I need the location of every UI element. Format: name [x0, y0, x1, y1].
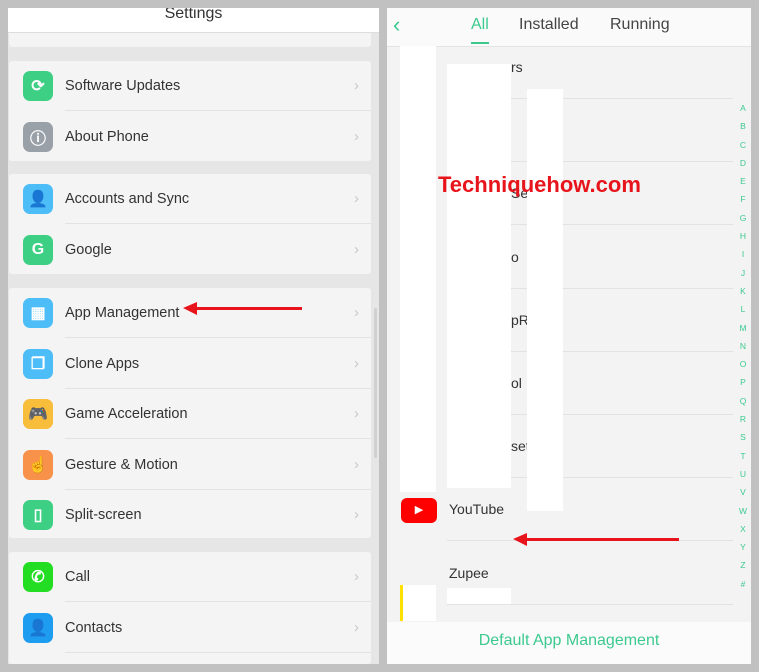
index-letter[interactable]: T: [738, 447, 748, 465]
back-icon[interactable]: ‹: [393, 12, 400, 38]
index-letter[interactable]: R: [738, 410, 748, 428]
chevron-right-icon: ›: [354, 354, 359, 372]
settings-item-software-updates[interactable]: ⟳ Software Updates ›: [9, 61, 371, 111]
index-letter[interactable]: M: [738, 319, 748, 337]
index-letter[interactable]: D: [738, 154, 748, 172]
settings-item-gesture-motion[interactable]: ☝ Gesture & Motion ›: [9, 440, 371, 490]
index-letter[interactable]: A: [738, 99, 748, 117]
redaction-box: [527, 89, 563, 511]
info-icon: ⓘ: [23, 121, 53, 152]
settings-item-contacts[interactable]: 👤 Contacts ›: [9, 603, 371, 653]
index-letter[interactable]: K: [738, 282, 748, 300]
divider: [65, 651, 371, 653]
annotation-arrow: [513, 533, 679, 546]
tab-running[interactable]: Running: [610, 16, 670, 34]
contact-icon: 👤: [23, 612, 53, 643]
redaction-box: [447, 64, 511, 488]
app-name: rs: [511, 59, 523, 75]
clone-icon: ❐: [23, 348, 53, 379]
index-letter[interactable]: L: [738, 300, 748, 318]
settings-group: ⟳ Software Updates › ⓘ About Phone ›: [9, 61, 371, 161]
index-letter[interactable]: Q: [738, 392, 748, 410]
settings-item-label: Call: [65, 569, 90, 585]
chevron-right-icon: ›: [354, 77, 359, 94]
page-title: Settings: [8, 8, 379, 33]
phone-split-icon: ▯: [23, 500, 53, 530]
index-letter[interactable]: F: [738, 190, 748, 208]
chevron-right-icon: ›: [354, 304, 359, 321]
index-letter[interactable]: H: [738, 227, 748, 245]
app-name: o: [511, 248, 519, 265]
chevron-right-icon: ›: [354, 568, 359, 585]
index-letter[interactable]: V: [738, 483, 748, 501]
settings-group: 👤 Accounts and Sync › G Google ›: [9, 174, 371, 274]
index-letter[interactable]: W: [738, 502, 748, 520]
chevron-right-icon: ›: [354, 506, 359, 523]
hand-icon: ☝: [23, 449, 53, 480]
settings-item-label: Split-screen: [65, 507, 142, 523]
chevron-right-icon: ›: [354, 455, 359, 473]
index-letter[interactable]: C: [738, 136, 748, 154]
grid-icon: ▦: [23, 298, 53, 328]
settings-item-label: App Management: [65, 305, 180, 321]
chevron-right-icon: ›: [354, 405, 359, 422]
index-letter[interactable]: Y: [738, 538, 748, 556]
settings-item-call[interactable]: ✆ Call ›: [9, 552, 371, 602]
index-letter[interactable]: #: [738, 575, 748, 593]
phone-icon: ✆: [23, 562, 53, 592]
settings-item-accounts-and-sync[interactable]: 👤 Accounts and Sync ›: [9, 174, 371, 224]
google-icon: G: [23, 234, 53, 265]
chevron-right-icon: ›: [354, 127, 359, 145]
index-letter[interactable]: I: [738, 245, 748, 263]
settings-item-label: About Phone: [65, 128, 149, 145]
index-letter[interactable]: J: [738, 264, 748, 282]
youtube-icon: ▶: [401, 498, 437, 524]
settings-item-label: Gesture & Motion: [65, 456, 178, 473]
settings-group: ▦ App Management › ❐ Clone Apps › 🎮 Game…: [9, 288, 371, 538]
person-icon: 👤: [23, 184, 53, 214]
settings-group: ✆ Call › 👤 Contacts ›: [9, 552, 371, 664]
settings-item-google[interactable]: G Google ›: [9, 225, 371, 275]
settings-item-label: Software Updates: [65, 78, 181, 94]
apps-panel: ‹ All Installed Running rs Ser o pR e ol…: [387, 8, 751, 664]
settings-item-about-phone[interactable]: ⓘ About Phone ›: [9, 112, 371, 162]
chevron-right-icon: ›: [354, 240, 359, 258]
default-app-management-button[interactable]: Default App Management: [387, 622, 751, 664]
tab-all[interactable]: All: [471, 16, 489, 44]
redaction-box: [400, 585, 436, 621]
annotation-arrow: [183, 302, 302, 315]
settings-item-label: Google: [65, 241, 112, 258]
settings-item-label: Contacts: [65, 619, 123, 636]
settings-item-label: Accounts and Sync: [65, 191, 190, 207]
index-letter[interactable]: U: [738, 465, 748, 483]
redaction-box: [447, 588, 511, 604]
index-letter[interactable]: S: [738, 428, 748, 446]
settings-panel: Settings ⟳ Software Updates › ⓘ About Ph…: [8, 8, 379, 664]
index-letter[interactable]: G: [738, 209, 748, 227]
index-letter[interactable]: X: [738, 520, 748, 538]
gamepad-icon: 🎮: [23, 399, 53, 429]
index-letter[interactable]: B: [738, 117, 748, 135]
chevron-right-icon: ›: [354, 190, 359, 207]
refresh-icon: ⟳: [23, 71, 53, 101]
index-letter[interactable]: E: [738, 172, 748, 190]
redaction-box: [400, 46, 436, 492]
settings-item-game-acceleration[interactable]: 🎮 Game Acceleration ›: [9, 389, 371, 439]
settings-item-label: Game Acceleration: [65, 406, 188, 422]
watermark: Techniquehow.com: [438, 172, 641, 197]
index-letter[interactable]: Z: [738, 556, 748, 574]
app-name: ol: [511, 375, 522, 391]
alphabet-index[interactable]: A B C D E F G H I J K L M N O P Q R S T U V W X Y Z #: [738, 99, 748, 593]
index-letter[interactable]: O: [738, 355, 748, 373]
scrollbar[interactable]: [374, 308, 377, 458]
settings-item-split-screen[interactable]: ▯ Split-screen ›: [9, 490, 371, 540]
settings-item-label: Clone Apps: [65, 355, 140, 372]
index-letter[interactable]: P: [738, 373, 748, 391]
settings-item-clone-apps[interactable]: ❐ Clone Apps ›: [9, 339, 371, 389]
chevron-right-icon: ›: [354, 618, 359, 636]
app-row[interactable]: Zupee: [387, 542, 733, 605]
index-letter[interactable]: N: [738, 337, 748, 355]
tab-installed[interactable]: Installed: [519, 16, 579, 34]
